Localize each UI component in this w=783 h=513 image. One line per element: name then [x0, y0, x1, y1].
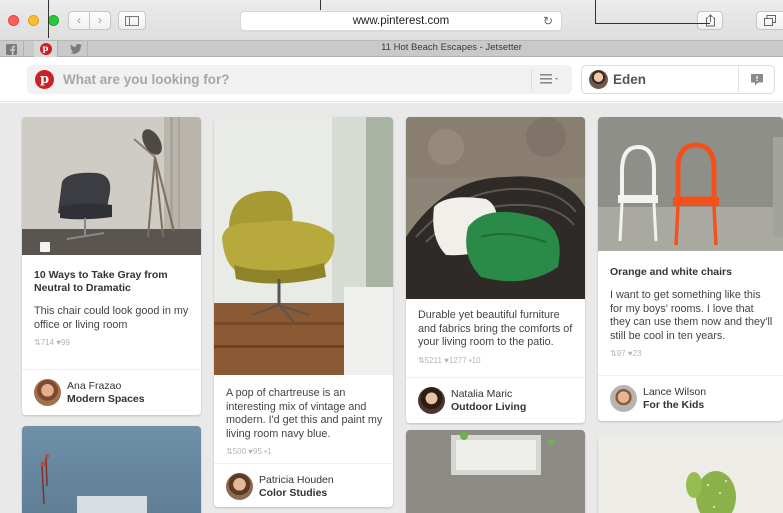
search-placeholder: What are you looking for? [63, 72, 230, 87]
zoom-window-button[interactable] [48, 15, 59, 26]
pin-image[interactable] [22, 117, 201, 255]
pin-feed: 10 Ways to Take Gray from Neutral to Dra… [0, 103, 783, 513]
pin-image[interactable] [598, 435, 783, 513]
sidebar-icon [125, 16, 139, 26]
board-name: Color Studies [259, 487, 328, 499]
user-profile-button[interactable]: Eden [581, 65, 775, 94]
close-window-button[interactable] [8, 15, 19, 26]
callout-line-address [320, 0, 321, 10]
pinterest-logo[interactable]: p [35, 70, 54, 89]
pinner-name: Ana Frazao [67, 380, 122, 392]
twitter-icon [69, 44, 82, 54]
pinned-tab-twitter[interactable] [64, 41, 88, 57]
avatar [610, 385, 637, 412]
pin-card[interactable] [406, 430, 585, 513]
menu-icon [540, 74, 558, 84]
pin-card[interactable]: Durable yet beautiful furniture and fabr… [406, 117, 585, 423]
sidebar-button[interactable] [118, 11, 146, 30]
pin-title: Orange and white chairs [610, 266, 732, 278]
pin-stats: ⇅5211 ♥1277 ▪10 [418, 355, 481, 365]
pin-credit[interactable]: Natalia Maric Outdoor Living [406, 377, 585, 423]
callout-line-share [595, 0, 596, 24]
reload-icon[interactable]: ↻ [543, 14, 553, 28]
search-bar[interactable]: p What are you looking for? [27, 65, 572, 94]
pin-image[interactable] [214, 117, 393, 375]
pinned-tab-pinterest[interactable]: p [34, 41, 58, 57]
callout-line-pinned-tab [48, 0, 49, 38]
forward-button[interactable]: › [89, 11, 111, 30]
user-name: Eden [613, 72, 647, 87]
active-tab-title[interactable]: 11 Hot Beach Escapes - Jetsetter [120, 42, 783, 53]
url-text: www.pinterest.com [352, 15, 450, 27]
category-menu-button[interactable] [531, 69, 567, 90]
pin-card[interactable]: Orange and white chairs I want to get so… [598, 117, 783, 421]
pin-image[interactable] [22, 426, 201, 513]
pin-description: I want to get something like this for my… [610, 289, 773, 342]
back-button[interactable]: ‹ [68, 11, 90, 30]
share-button[interactable] [697, 11, 723, 30]
pin-card[interactable] [598, 435, 783, 513]
pin-card[interactable] [22, 426, 201, 513]
pin-title: 10 Ways to Take Gray from Neutral to Dra… [34, 269, 168, 294]
avatar [589, 70, 608, 89]
share-icon [705, 14, 715, 27]
messages-button[interactable] [738, 66, 774, 93]
pin-credit[interactable]: Ana Frazao Modern Spaces [22, 369, 201, 415]
pin-credit[interactable]: Lance Wilson For the Kids [598, 375, 783, 421]
pin-description: Durable yet beautiful furniture and fabr… [418, 309, 573, 348]
avatar [418, 387, 445, 414]
address-bar[interactable]: www.pinterest.com ↻ [240, 11, 562, 31]
pin-image[interactable] [406, 430, 585, 513]
title-bar: ‹ › www.pinterest.com ↻ [0, 0, 783, 40]
pinterest-header: p What are you looking for? Eden [0, 57, 783, 102]
pin-credit[interactable]: Patricia Houden Color Studies [214, 463, 393, 507]
pin-stats: ⇅97 ♥23 [610, 349, 642, 358]
board-name: For the Kids [643, 399, 705, 411]
pinner-name: Natalia Maric [451, 388, 513, 400]
show-tabs-button[interactable] [756, 11, 783, 30]
pin-stats: ⇅500 ♥95 ▪1 [226, 447, 272, 456]
pin-description: A pop of chartreuse is an interesting mi… [226, 387, 383, 440]
board-name: Modern Spaces [67, 393, 145, 405]
minimize-window-button[interactable] [28, 15, 39, 26]
message-icon [750, 74, 763, 86]
pin-card[interactable]: 10 Ways to Take Gray from Neutral to Dra… [22, 117, 201, 415]
avatar [34, 379, 61, 406]
pin-image[interactable] [598, 117, 783, 251]
callout-line-share-h [595, 23, 710, 24]
pinterest-icon: p [39, 43, 52, 55]
facebook-icon [6, 43, 17, 55]
pin-card[interactable]: A pop of chartreuse is an interesting mi… [214, 117, 393, 507]
board-name: Outdoor Living [451, 401, 527, 413]
pinner-name: Patricia Houden [259, 474, 334, 486]
pinned-tab-facebook[interactable] [0, 41, 24, 57]
chevron-left-icon: ‹ [77, 13, 81, 27]
safari-window: ‹ › www.pinterest.com ↻ p 11 Hot Beach E… [0, 0, 783, 513]
pin-stats: ⇅714 ♥99 [34, 338, 70, 347]
avatar [226, 473, 253, 500]
chevron-right-icon: › [98, 13, 102, 27]
pin-image[interactable] [406, 117, 585, 299]
tabs-overview-icon [764, 15, 776, 26]
tab-bar: p 11 Hot Beach Escapes - Jetsetter [0, 40, 783, 57]
pinner-name: Lance Wilson [643, 386, 707, 398]
pin-description: This chair could look good in my office … [34, 305, 189, 331]
